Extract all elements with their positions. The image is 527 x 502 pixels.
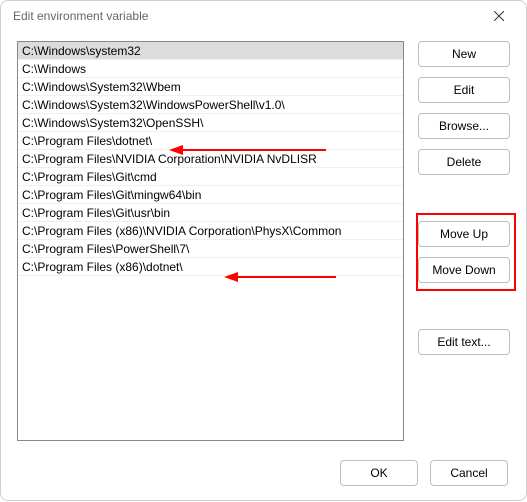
list-item[interactable]: C:\Program Files\Git\cmd [18, 168, 403, 186]
list-item[interactable]: C:\Program Files\PowerShell\7\ [18, 240, 403, 258]
browse-button[interactable]: Browse... [418, 113, 510, 139]
footer: OK Cancel [1, 446, 526, 500]
dialog-window: Edit environment variable C:\Windows\sys… [0, 0, 527, 501]
list-item[interactable]: C:\Program Files\Git\usr\bin [18, 204, 403, 222]
ok-button[interactable]: OK [340, 460, 418, 486]
moveup-button[interactable]: Move Up [418, 221, 510, 247]
button-column: New Edit Browse... Delete Move Up Move D… [418, 41, 510, 446]
edittext-button[interactable]: Edit text... [418, 329, 510, 355]
content-area: C:\Windows\system32C:\WindowsC:\Windows\… [1, 31, 526, 446]
movedown-button[interactable]: Move Down [418, 257, 510, 283]
edit-button[interactable]: Edit [418, 77, 510, 103]
spacer [418, 185, 510, 211]
list-item[interactable]: C:\Program Files\dotnet\ [18, 132, 403, 150]
list-item[interactable]: C:\Windows\System32\Wbem [18, 78, 403, 96]
window-title: Edit environment variable [13, 9, 148, 23]
close-button[interactable] [484, 1, 514, 31]
close-icon [494, 11, 504, 21]
list-item[interactable]: C:\Windows\System32\OpenSSH\ [18, 114, 403, 132]
titlebar: Edit environment variable [1, 1, 526, 31]
list-item[interactable]: C:\Program Files\NVIDIA Corporation\NVID… [18, 150, 403, 168]
spacer [418, 293, 510, 319]
path-listbox[interactable]: C:\Windows\system32C:\WindowsC:\Windows\… [17, 41, 404, 441]
list-item[interactable]: C:\Windows\System32\WindowsPowerShell\v1… [18, 96, 403, 114]
list-item[interactable]: C:\Windows [18, 60, 403, 78]
list-item[interactable]: C:\Program Files\Git\mingw64\bin [18, 186, 403, 204]
new-button[interactable]: New [418, 41, 510, 67]
list-item[interactable]: C:\Program Files (x86)\NVIDIA Corporatio… [18, 222, 403, 240]
cancel-button[interactable]: Cancel [430, 460, 508, 486]
delete-button[interactable]: Delete [418, 149, 510, 175]
list-item[interactable]: C:\Program Files (x86)\dotnet\ [18, 258, 403, 276]
list-item[interactable]: C:\Windows\system32 [18, 42, 403, 60]
